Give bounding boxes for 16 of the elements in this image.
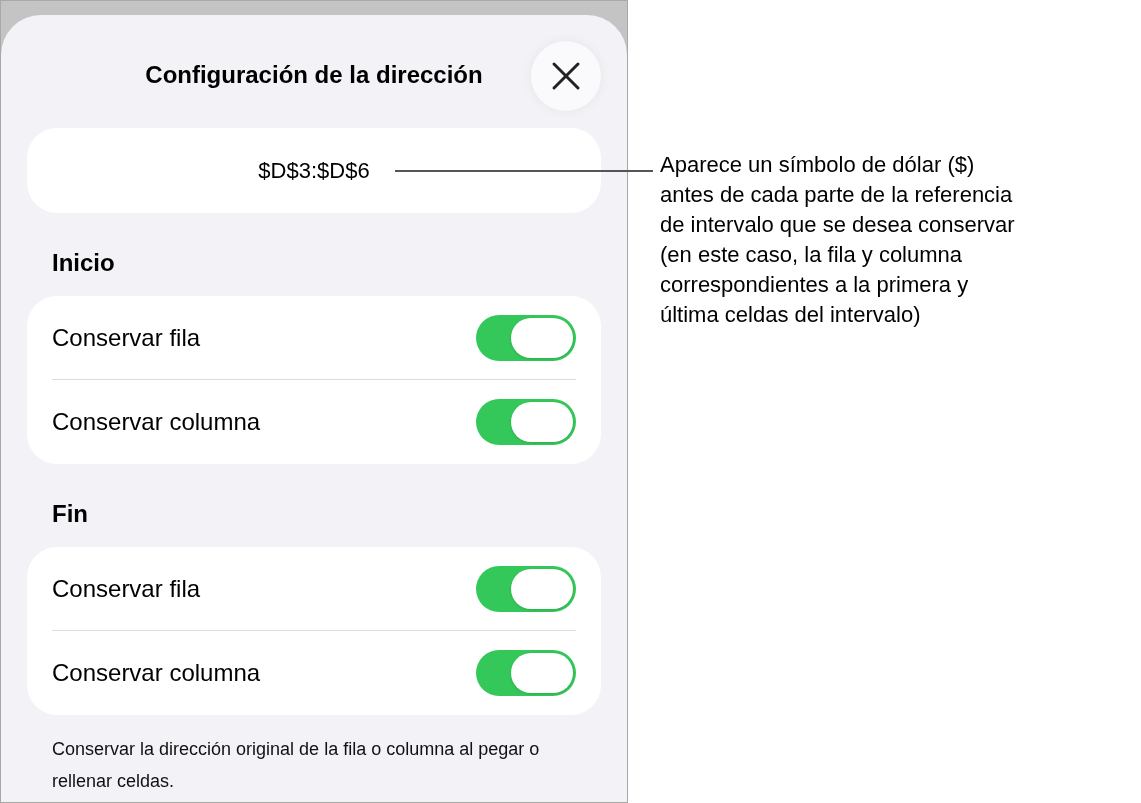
toggle-switch[interactable]	[476, 399, 576, 445]
callout-text: Aparece un símbolo de dólar ($) antes de cada parte de la referencia de intervalo que se desea conservar (en este caso, la fila y columna correspondientes a la primera y última celdas del intervalo)	[660, 151, 1015, 329]
section-heading: Inicio	[51, 248, 116, 278]
row-label: Conservar columna	[52, 658, 261, 688]
row-label: Conservar fila	[52, 322, 201, 353]
row-label: Conservar columna	[52, 407, 261, 437]
reference-field[interactable]: $D$3:$D$6	[27, 128, 601, 213]
toggle-switch[interactable]	[476, 650, 576, 696]
toggle-switch[interactable]	[476, 565, 576, 612]
row-label: Conservar fila	[52, 573, 201, 604]
close-icon	[551, 61, 581, 91]
toggle-switch[interactable]	[476, 314, 576, 361]
section-heading: Fin	[51, 499, 89, 529]
reference-text: $D$3:$D$6	[258, 157, 370, 185]
footer-note: Conservar la dirección original de la fila o columna al pegar o rellenar celdas.	[51, 738, 541, 793]
sheet-title: Configuración de la dirección	[145, 60, 483, 90]
